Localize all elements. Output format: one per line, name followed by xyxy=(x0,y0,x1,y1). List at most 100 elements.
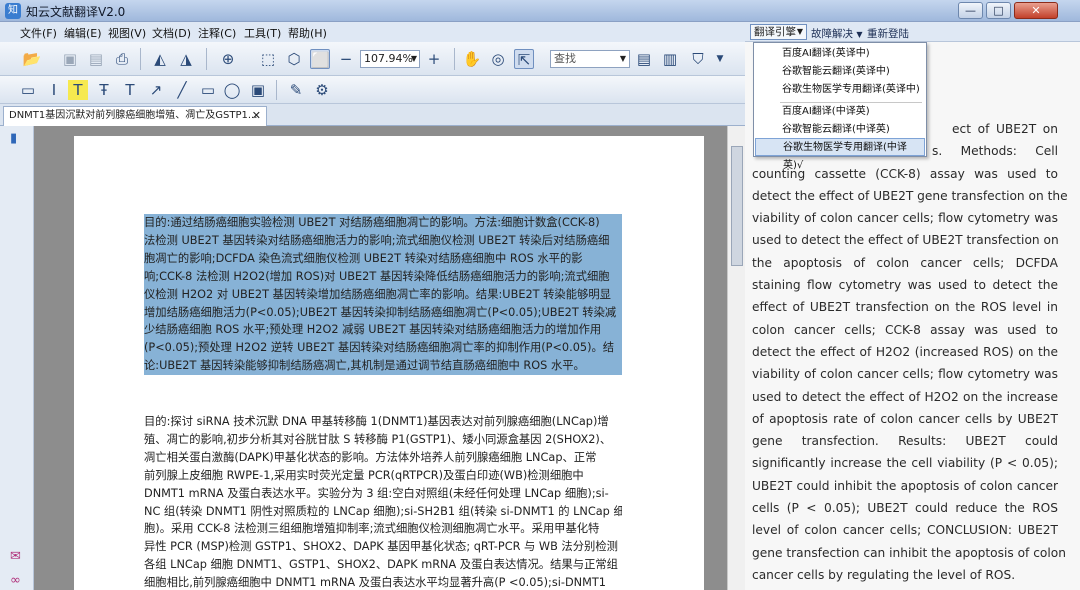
rotate-left-icon[interactable]: ◭ xyxy=(150,49,170,69)
menu-bar: 文件(F) 编辑(E) 视图(V) 文档(D) 注释(C) 工具(T) 帮助(H… xyxy=(0,22,745,42)
engine-option[interactable]: 谷歌智能云翻译(中译英) xyxy=(755,121,925,139)
text-line: 胞)。采用 CCK-8 法检测三组细胞增殖抑制率;流式细胞仪检测细胞凋亡水平。采… xyxy=(144,522,600,536)
engine-option-selected[interactable]: 谷歌生物医学专用翻译(中译英)√ xyxy=(755,138,925,171)
zoom-in-icon[interactable]: + xyxy=(424,49,444,69)
highlighted-line: 仪检测 H2O2 对 UBE2T 基因转染增加结肠癌细胞凋亡率的影响。结果:UB… xyxy=(144,285,622,304)
translation-line: cancer cells by regulating the level of … xyxy=(752,567,1016,582)
close-icon[interactable]: ✕ xyxy=(252,107,261,125)
main-toolbar: 📂 ▣ ▤ ⎙ ◭ ◮ ⊕ ⬚ ⬡ ⬜ − 107.94% ▼ + ✋ ◎ ⇱ … xyxy=(0,42,745,76)
window-title: 知云文献翻译V2.0 xyxy=(26,5,126,19)
toolbar-separator xyxy=(454,48,455,70)
highlighted-line: 增加结肠癌细胞活力(P<0.05);UBE2T 基因转染抑制结肠癌细胞凋亡(P<… xyxy=(144,303,622,322)
engine-option[interactable]: 百度AI翻译(中译英) xyxy=(755,103,925,121)
save-icon[interactable]: ▣ xyxy=(60,49,80,69)
menu-file[interactable]: 文件(F) xyxy=(20,25,57,41)
fit-width-icon[interactable]: ⬡ xyxy=(284,49,304,69)
highlighted-line: 胞凋亡的影响;DCFDA 染色流式细胞仪检测 UBE2T 转染对结肠癌细胞中 R… xyxy=(144,249,622,268)
menu-edit[interactable]: 编辑(E) xyxy=(64,25,102,41)
ellipse-icon[interactable]: ◯ xyxy=(222,80,242,100)
translation-line: gene transfection. Results: UBE2T could xyxy=(752,434,1058,449)
annotation-settings-icon[interactable]: ⚙ xyxy=(312,80,332,100)
text-line: 异性 PCR (MSP)检测 GSTP1、SHOX2、DAPK 基因甲基化状态;… xyxy=(144,540,618,554)
search-input[interactable]: 查找 ▼ xyxy=(550,50,630,68)
menu-help[interactable]: 帮助(H) xyxy=(288,25,327,41)
engine-option[interactable]: 谷歌智能云翻译(英译中) xyxy=(755,63,925,81)
translation-text[interactable]: ect of UBE2T on s. Methods: Cell countin… xyxy=(752,118,1068,586)
highlight-text-icon[interactable]: T xyxy=(68,80,88,100)
edit-annotation-icon[interactable]: ✎ xyxy=(286,80,306,100)
translation-line: effect of UBE2T transfection on the ROS … xyxy=(752,300,1058,315)
strikethrough-icon[interactable]: Ŧ xyxy=(94,80,114,100)
translation-line: of apoptosis rate of colon cancer cells … xyxy=(752,411,1058,426)
actual-size-icon[interactable]: ⬜ xyxy=(310,49,330,69)
translation-line: used to detect the effect of H2O2 on the… xyxy=(752,389,1058,404)
translation-line: staining flow cytometry was used to dete… xyxy=(752,278,1058,293)
zoom-out-icon[interactable]: − xyxy=(336,49,356,69)
body-paragraph[interactable]: 目的:探讨 siRNA 技术沉默 DNA 甲基转移酶 1(DNMT1)基因表达对… xyxy=(144,413,622,590)
toolbar-separator xyxy=(276,80,277,100)
left-sidebar: ▮ ✉ ∞ xyxy=(0,126,34,590)
text-line: 殖、凋亡的影响,初步分析其对谷胱甘肽 S 转移酶 P1(GSTP1)、矮小同源盒… xyxy=(144,432,612,446)
zoom-level-value: 107.94% xyxy=(364,52,413,65)
engine-dropdown-menu: 百度AI翻译(英译中) 谷歌智能云翻译(英译中) 谷歌生物医学专用翻译(英译中)… xyxy=(753,42,927,171)
translation-header: 翻译引擎 ▼ 故障解决 ▼ 重新登陆 xyxy=(745,22,1080,42)
menu-view[interactable]: 视图(V) xyxy=(108,25,146,41)
menu-document[interactable]: 文档(D) xyxy=(152,25,191,41)
vertical-scrollbar[interactable] xyxy=(727,126,745,590)
menu-tools[interactable]: 工具(T) xyxy=(244,25,281,41)
chevron-down-icon[interactable]: ▼ xyxy=(710,49,730,69)
annotation-panel-icon[interactable]: ✉ xyxy=(10,550,24,564)
highlighted-line: 论:UBE2T 基因转染能够抑制结肠癌凋亡,其机制是通过调节结直肠癌细胞中 RO… xyxy=(144,357,622,376)
minimize-button[interactable]: — xyxy=(958,2,983,19)
translation-line: cells (P < 0.05); UBE2T could reduce the… xyxy=(752,501,1058,516)
engine-option[interactable]: 谷歌生物医学专用翻译(英译中) xyxy=(755,81,925,99)
engine-select-button[interactable]: 翻译引擎 ▼ xyxy=(750,24,807,40)
tab-document[interactable]: DNMT1基因沉默对前列腺癌细胞增殖、凋亡及GSTP1... ✕ xyxy=(3,106,267,126)
arrow-icon[interactable]: ↗ xyxy=(146,80,166,100)
line-icon[interactable]: ╱ xyxy=(172,80,192,100)
text-cursor-icon[interactable]: I xyxy=(44,80,64,100)
chevron-down-icon: ▼ xyxy=(410,54,417,63)
rotate-right-icon[interactable]: ◮ xyxy=(176,49,196,69)
zoom-in-search-icon[interactable]: ⊕ xyxy=(218,49,238,69)
underline-text-icon[interactable]: T xyxy=(120,80,140,100)
menu-annotate[interactable]: 注释(C) xyxy=(198,25,236,41)
text-line: 凋亡相关蛋白激酶(DAPK)甲基化状态的影响。方法体外培养人前列腺癌细胞 LNC… xyxy=(144,450,597,464)
fault-fix-menu[interactable]: 故障解决 ▼ xyxy=(811,26,863,41)
snapshot-icon[interactable]: ◎ xyxy=(488,49,508,69)
title-bar: 知 知云文献翻译V2.0 — □ ✕ xyxy=(0,0,1080,22)
bookmark-panel-icon[interactable]: ▮ xyxy=(10,132,24,146)
rectangle-icon[interactable]: ▭ xyxy=(198,80,218,100)
translation-line: detect the effect of H2O2 (increased ROS… xyxy=(752,344,1058,359)
hand-tool-icon[interactable]: ✋ xyxy=(462,49,482,69)
translation-line: UBE2T could inhibit the apoptosis of col… xyxy=(752,478,1058,493)
note-icon[interactable]: ▭ xyxy=(18,80,38,100)
toolbar-separator xyxy=(206,48,207,70)
link-panel-icon[interactable]: ∞ xyxy=(10,574,24,588)
chevron-down-icon: ▼ xyxy=(796,27,803,36)
text-line: 前列腺上皮细胞 RWPE-1,采用实时荧光定量 PCR(qRTPCR)及蛋白印迹… xyxy=(144,468,584,482)
print-icon[interactable]: ⎙ xyxy=(112,49,132,69)
maximize-button[interactable]: □ xyxy=(986,2,1011,19)
save-all-icon[interactable]: ▤ xyxy=(86,49,106,69)
fit-page-icon[interactable]: ⬚ xyxy=(258,49,278,69)
engine-option[interactable]: 百度AI翻译(英译中) xyxy=(755,45,925,63)
text-line: 细胞相比,前列腺癌细胞中 DNMT1 mRNA 及蛋白表达水平均显著升高(P <… xyxy=(144,576,606,590)
scrollbar-thumb[interactable] xyxy=(731,146,743,266)
find-next-icon[interactable]: ▥ xyxy=(660,49,680,69)
filter-icon[interactable]: ⛉ xyxy=(688,49,708,69)
open-folder-icon[interactable]: 📂 xyxy=(22,49,42,69)
zoom-level-select[interactable]: 107.94% ▼ xyxy=(360,50,420,68)
highlighted-paragraph[interactable]: 目的:通过结肠癌细胞实验检测 UBE2T 对结肠癌细胞凋亡的影响。方法:细胞计数… xyxy=(144,214,622,376)
highlighted-line: 法检测 UBE2T 基因转染对结肠癌细胞活力的影响;流式细胞仪检测 UBE2T … xyxy=(144,231,622,250)
relogin-link[interactable]: 重新登陆 xyxy=(867,26,909,41)
close-button[interactable]: ✕ xyxy=(1014,2,1058,19)
select-cursor-icon[interactable]: ⇱ xyxy=(514,49,534,69)
translation-line: significantly increase the cell viabilit… xyxy=(752,456,1058,471)
toolbar-separator xyxy=(140,48,141,70)
stamp-icon[interactable]: ▣ xyxy=(248,80,268,100)
text-line: 各组 LNCap 细胞 DNMT1、GSTP1、SHOX2、DAPK mRNA … xyxy=(144,558,618,572)
annotation-toolbar: ▭ I T Ŧ T ↗ ╱ ▭ ◯ ▣ ✎ ⚙ xyxy=(0,76,745,104)
tab-label: DNMT1基因沉默对前列腺癌细胞增殖、凋亡及GSTP1... xyxy=(9,110,258,121)
find-prev-icon[interactable]: ▤ xyxy=(634,49,654,69)
